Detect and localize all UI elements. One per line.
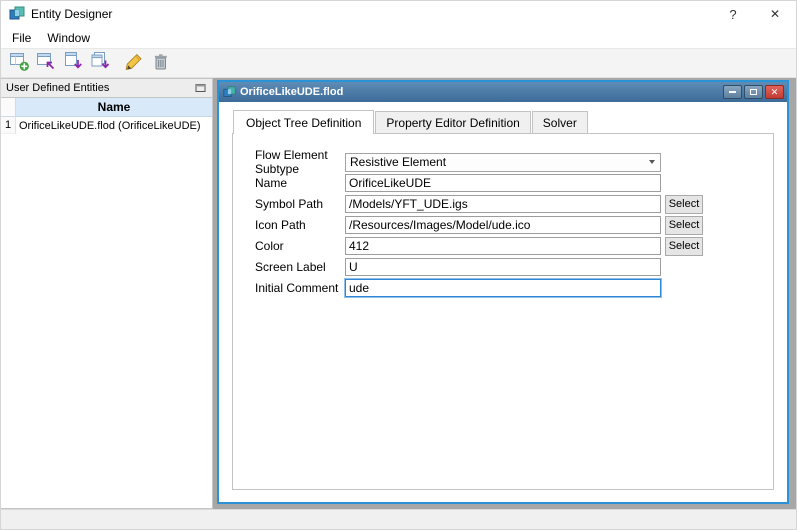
close-icon: ✕ — [771, 88, 779, 97]
titlebar[interactable]: Entity Designer ? ✕ — [1, 1, 796, 27]
flow-element-subtype-label: Flow Element Subtype — [255, 148, 345, 176]
toolbar — [1, 48, 796, 78]
edit-entity-icon — [124, 52, 144, 75]
panel-title: User Defined Entities — [6, 82, 194, 94]
window-title: Entity Designer — [31, 7, 112, 21]
entity-name-cell[interactable]: OrificeLikeUDE.flod (OrificeLikeUDE) — [16, 117, 212, 134]
name-input[interactable] — [345, 174, 661, 192]
icon-path-select-button[interactable]: Select — [665, 216, 703, 235]
main-area: User Defined Entities Name 1 OrificeLike… — [1, 78, 796, 509]
table-row[interactable]: 1 OrificeLikeUDE.flod (OrificeLikeUDE) — [1, 117, 212, 134]
icon-path-label: Icon Path — [255, 218, 345, 232]
form-row-flow-element-subtype: Flow Element Subtype Resistive Element — [255, 152, 773, 172]
symbol-path-input[interactable] — [345, 195, 661, 213]
tab-solver[interactable]: Solver — [532, 111, 588, 133]
status-strip — [1, 509, 796, 529]
panel-header[interactable]: User Defined Entities — [1, 79, 212, 98]
document-icon — [223, 86, 236, 99]
menu-file[interactable]: File — [5, 29, 38, 47]
form-row-color: Color Select — [255, 236, 773, 256]
initial-comment-input[interactable] — [345, 279, 661, 297]
delete-entity-button[interactable] — [148, 50, 174, 76]
tab-bar: Object Tree Definition Property Editor D… — [232, 110, 774, 133]
row-number: 1 — [1, 117, 16, 134]
float-panel-icon — [195, 81, 207, 96]
user-defined-entities-panel: User Defined Entities Name 1 OrificeLike… — [1, 78, 213, 509]
entities-table-header: Name — [1, 98, 212, 117]
screen-label-input[interactable] — [345, 258, 661, 276]
save-entity-button[interactable] — [60, 50, 86, 76]
form-row-name: Name — [255, 173, 773, 193]
initial-comment-label: Initial Comment — [255, 281, 345, 295]
form-row-screen-label: Screen Label — [255, 257, 773, 277]
menu-window[interactable]: Window — [40, 29, 97, 47]
save-all-entities-button[interactable] — [87, 50, 113, 76]
menubar: File Window — [1, 27, 796, 48]
name-column-header[interactable]: Name — [16, 98, 212, 117]
entities-list-empty-area — [1, 134, 212, 508]
form-row-symbol-path: Symbol Path Select — [255, 194, 773, 214]
icon-path-input[interactable] — [345, 216, 661, 234]
open-entity-button[interactable] — [33, 50, 59, 76]
screen-label-label: Screen Label — [255, 260, 345, 274]
symbol-path-label: Symbol Path — [255, 197, 345, 211]
color-label: Color — [255, 239, 345, 253]
chevron-down-icon — [649, 160, 655, 164]
add-entity-button[interactable] — [6, 50, 32, 76]
document-body: Object Tree Definition Property Editor D… — [219, 102, 787, 502]
app-icon — [9, 6, 25, 22]
entity-form: Flow Element Subtype Resistive Element N… — [233, 134, 773, 298]
symbol-path-select-button[interactable]: Select — [665, 195, 703, 214]
document-titlebar[interactable]: OrificeLikeUDE.flod ✕ — [219, 82, 787, 102]
save-entity-icon — [63, 51, 84, 75]
tab-pane: Flow Element Subtype Resistive Element N… — [232, 133, 774, 490]
help-button[interactable]: ? — [712, 1, 754, 27]
edit-entity-button[interactable] — [121, 50, 147, 76]
open-entity-icon — [36, 51, 57, 75]
maximize-icon — [750, 89, 757, 95]
tab-object-tree-definition[interactable]: Object Tree Definition — [233, 110, 374, 134]
entity-designer-window: Entity Designer ? ✕ File Window — [0, 0, 797, 530]
table-corner-cell — [1, 98, 16, 117]
name-label: Name — [255, 176, 345, 190]
document-window: OrificeLikeUDE.flod ✕ Object Tree Defini… — [217, 80, 789, 504]
window-close-button[interactable]: ✕ — [754, 1, 796, 27]
color-select-button[interactable]: Select — [665, 237, 703, 256]
tab-property-editor-definition[interactable]: Property Editor Definition — [375, 111, 530, 133]
document-minimize-button[interactable] — [723, 85, 742, 99]
mdi-area: OrificeLikeUDE.flod ✕ Object Tree Defini… — [213, 78, 796, 509]
flow-element-subtype-combobox[interactable]: Resistive Element — [345, 153, 661, 172]
document-close-button[interactable]: ✕ — [765, 85, 784, 99]
document-maximize-button[interactable] — [744, 85, 763, 99]
form-row-icon-path: Icon Path Select — [255, 215, 773, 235]
add-entity-icon — [9, 51, 30, 75]
minimize-icon — [729, 91, 736, 93]
float-panel-button[interactable] — [194, 82, 208, 95]
delete-entity-icon — [151, 52, 171, 75]
color-input[interactable] — [345, 237, 661, 255]
save-all-entities-icon — [90, 51, 111, 75]
combobox-value: Resistive Element — [350, 155, 446, 169]
document-title: OrificeLikeUDE.flod — [240, 86, 721, 98]
form-row-initial-comment: Initial Comment — [255, 278, 773, 298]
